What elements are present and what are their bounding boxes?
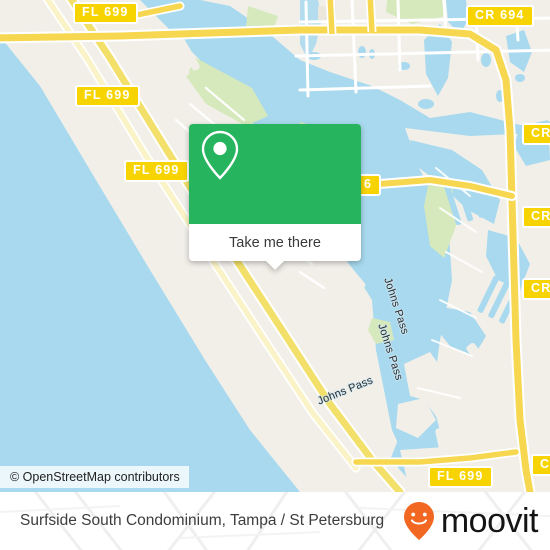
popup-pointer-tail [266,261,284,270]
popup-header [189,124,361,224]
road-shield-label: FL 699 [437,469,484,483]
road-shield: FL 699 [428,466,493,488]
moovit-pin-icon [403,502,434,540]
road-shield-label: FL 699 [82,5,129,19]
moovit-map-screenshot: FL 699 FL 699 FL 699 CR 694 CR 1 CR 1 CR 1 FL 6… [0,0,550,550]
footer-bar: Surfside South Condominium, Tampa / St P… [0,492,550,550]
popup-action-bar[interactable]: Take me there [189,224,361,270]
road-shield-label: CR 694 [475,8,525,22]
road-shield: FL 699 [75,85,140,107]
map-canvas[interactable]: FL 699 FL 699 FL 699 CR 694 CR 1 CR 1 CR 1 FL 6… [0,0,550,492]
road-shield: CR 694 [466,5,534,27]
road-shield: CR 1 [522,278,550,300]
road-shield-label: CR 1 [531,126,550,140]
place-title: Surfside South Condominium, Tampa / St P… [20,512,385,529]
road-shield-label: CR 1 [531,281,550,295]
road-shield-label: CR 1 [531,209,550,223]
road-shield-label: 6 [364,177,373,191]
road-shield-label: FL 699 [84,88,131,102]
take-me-there-button[interactable]: Take me there [229,235,321,251]
road-shield: CR [531,454,550,476]
map-pin-icon [201,130,239,180]
road-shield-label: FL 699 [133,163,180,177]
osm-attribution-text: © OpenStreetMap contributors [10,470,180,484]
osm-attribution[interactable]: © OpenStreetMap contributors [0,466,189,488]
road-shield: CR 1 [522,206,550,228]
moovit-logo[interactable]: moovit [399,499,539,543]
road-shield: FL 699 [124,160,189,182]
place-popup-card[interactable]: Take me there [189,124,361,270]
moovit-wordmark: moovit [440,502,539,540]
road-shield: FL 699 [73,2,138,24]
road-shield-label: CR [540,457,550,471]
road-shield: CR 1 [522,123,550,145]
